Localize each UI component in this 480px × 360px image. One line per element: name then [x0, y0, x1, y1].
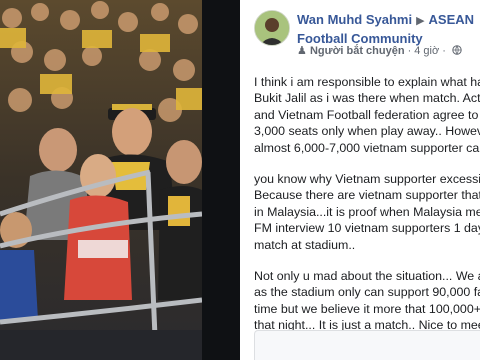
photo-gap	[202, 0, 240, 360]
meta-separator: ·	[407, 45, 412, 57]
post-paragraph-2: you know why Vietnam supporter excessiv …	[254, 172, 480, 252]
post-meta: ♟ Người bắt chuyện · 4 giờ ·	[297, 44, 462, 57]
shared-icon: ♟	[297, 45, 307, 57]
crowd-photo-illustration	[0, 0, 202, 360]
author-avatar[interactable]	[254, 10, 290, 46]
facebook-post: Wan Muhd Syahmi ▶ ASEAN Football Community…	[240, 0, 480, 360]
avatar-image	[255, 11, 289, 45]
crowd-photo	[0, 0, 202, 360]
globe-icon	[449, 45, 462, 57]
post-header: Wan Muhd Syahmi ▶ ASEAN Football Community	[297, 11, 480, 47]
author-name[interactable]: Wan Muhd Syahmi	[297, 12, 412, 27]
shared-label: Người bắt chuyện	[309, 45, 405, 57]
post-body: I think i am responsible to explain what…	[254, 74, 480, 360]
attached-preview[interactable]	[254, 330, 480, 360]
meta-separator-2: ·	[442, 45, 446, 57]
triangle-right-icon: ▶	[416, 15, 425, 27]
post-time[interactable]: 4 giờ	[414, 45, 439, 57]
post-paragraph-1: I think i am responsible to explain what…	[254, 75, 480, 155]
